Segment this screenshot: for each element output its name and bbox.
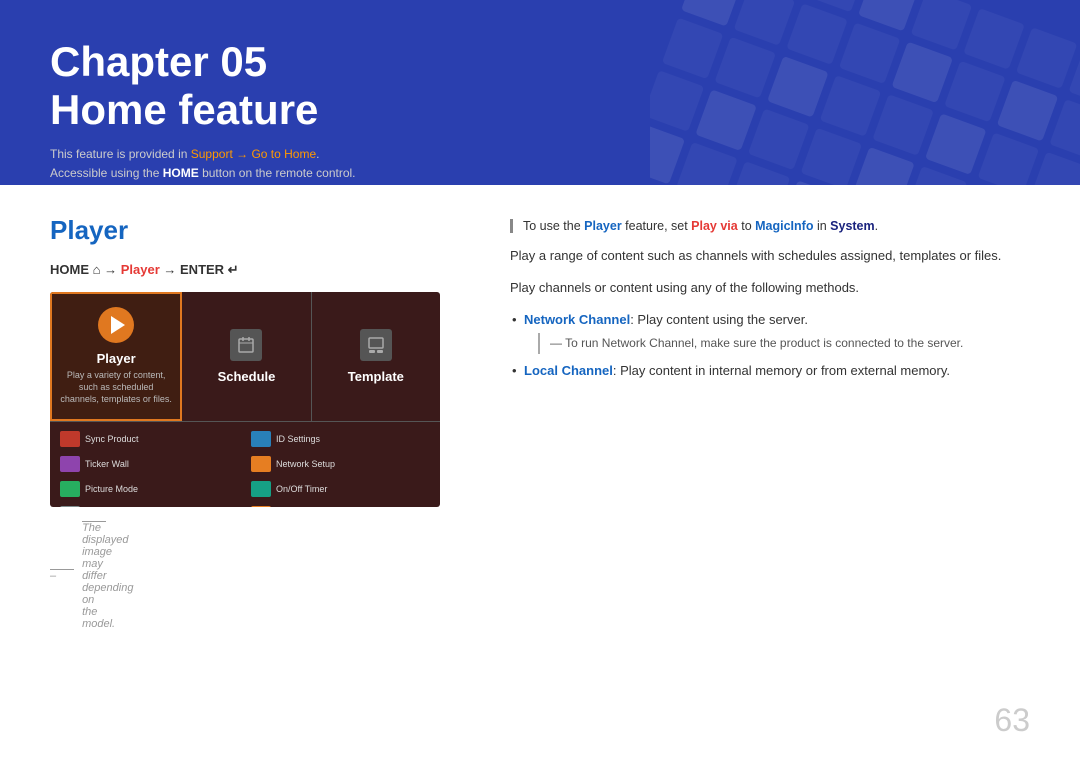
left-column: Player HOME ⌂ → Player → ENTER ↵ Player … xyxy=(50,215,470,630)
info-intro: To use the Player feature, set Play via … xyxy=(510,219,1030,233)
id-icon xyxy=(251,431,271,447)
timer-icon xyxy=(251,481,271,497)
bottom-item-network[interactable]: Network Setup xyxy=(245,453,433,475)
schedule-label: Schedule xyxy=(218,369,276,384)
nav-arrow1: → xyxy=(104,262,121,277)
ticker-icon xyxy=(60,456,80,472)
network-icon xyxy=(251,456,271,472)
bottom-item-ticker[interactable]: Ticker Wall xyxy=(54,453,242,475)
network-label: Network Setup xyxy=(276,459,335,469)
disclaimer-dash: – xyxy=(50,569,74,582)
bottom-item-id[interactable]: ID Settings xyxy=(245,428,433,450)
right-column: To use the Player feature, set Play via … xyxy=(510,215,1030,630)
enter-icon: ↵ xyxy=(228,262,239,277)
template-icon xyxy=(360,329,392,361)
disclaimer: – The displayed image may differ dependi… xyxy=(50,521,470,630)
support-link[interactable]: Support → Go to Home xyxy=(191,147,316,161)
template-label: Template xyxy=(348,369,404,384)
nav-enter: ENTER xyxy=(180,262,224,277)
intro-system: System xyxy=(830,219,874,233)
home-icon: ⌂ xyxy=(93,262,104,277)
bottom-item-more[interactable]: More xyxy=(54,503,242,507)
chapter-title: Chapter 05 Home feature xyxy=(50,38,1030,135)
sync-label: Sync Product xyxy=(85,434,139,444)
intro-player: Player xyxy=(584,219,622,233)
bullet-list: Network Channel: Play content using the … xyxy=(510,309,1030,382)
player-item-schedule[interactable]: Schedule xyxy=(182,292,311,421)
sync-icon xyxy=(60,431,80,447)
more-settings-icon xyxy=(251,506,271,507)
ticker-label: Ticker Wall xyxy=(85,459,129,469)
play-icon xyxy=(98,307,134,343)
intro-playvia: Play via xyxy=(691,219,738,233)
schedule-icon xyxy=(230,329,262,361)
bottom-item-picture[interactable]: Picture Mode xyxy=(54,478,242,500)
player-bottom-row: Sync Product ID Settings Ticker Wall Net… xyxy=(50,422,440,507)
player-top-row: Player Play a variety of content, such a… xyxy=(50,292,440,422)
network-channel-subnote: To run Network Channel, make sure the pr… xyxy=(538,333,1030,353)
section-title: Player xyxy=(50,215,470,246)
bullet-local-channel: Local Channel: Play content in internal … xyxy=(510,360,1030,382)
local-channel-label: Local Channel xyxy=(524,363,613,378)
bottom-item-timer[interactable]: On/Off Timer xyxy=(245,478,433,500)
body-text-1: Play a range of content such as channels… xyxy=(510,245,1030,267)
page-number: 63 xyxy=(994,702,1030,739)
timer-label: On/Off Timer xyxy=(276,484,327,494)
intro-magicinfo: MagicInfo xyxy=(755,219,813,233)
nav-path: HOME ⌂ → Player → ENTER ↵ xyxy=(50,262,470,278)
bullet-network-channel: Network Channel: Play content using the … xyxy=(510,309,1030,353)
player-label: Player xyxy=(97,351,136,366)
nav-player: Player xyxy=(121,262,160,277)
player-item-player[interactable]: Player Play a variety of content, such a… xyxy=(50,292,182,421)
more-icon xyxy=(60,506,80,507)
main-content: Player HOME ⌂ → Player → ENTER ↵ Player … xyxy=(0,185,1080,660)
nav-home: HOME xyxy=(50,262,89,277)
bottom-item-more-settings[interactable]: More Settings xyxy=(245,503,433,507)
picture-label: Picture Mode xyxy=(85,484,138,494)
player-desc: Play a variety of content, such as sched… xyxy=(52,370,180,405)
player-mockup: Player Play a variety of content, such a… xyxy=(50,292,440,507)
picture-icon xyxy=(60,481,80,497)
play-triangle xyxy=(111,316,125,334)
network-channel-label: Network Channel xyxy=(524,312,630,327)
nav-arrow2: → xyxy=(163,262,180,277)
id-label: ID Settings xyxy=(276,434,320,444)
body-text-2: Play channels or content using any of th… xyxy=(510,277,1030,299)
header-subtitle: This feature is provided in Support → Go… xyxy=(50,145,1030,183)
bottom-item-sync[interactable]: Sync Product xyxy=(54,428,242,450)
player-item-template[interactable]: Template xyxy=(312,292,440,421)
page-header: Chapter 05 Home feature This feature is … xyxy=(0,0,1080,185)
